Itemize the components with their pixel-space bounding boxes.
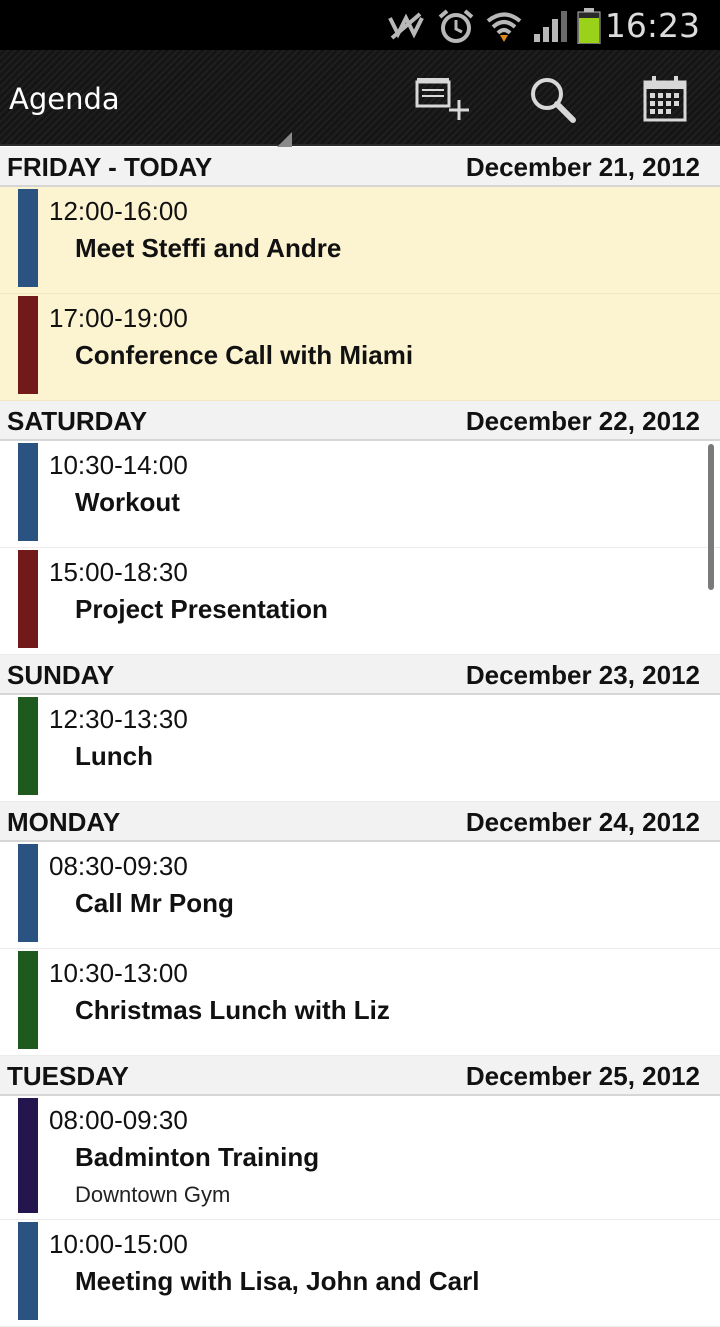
event-location: Downtown Gym — [75, 1182, 231, 1207]
event-title: Lunch — [75, 741, 153, 771]
day-name: MONDAY — [7, 807, 121, 837]
day-header: TUESDAY December 25, 2012 — [0, 1056, 720, 1096]
calendar-color-bar — [18, 189, 38, 287]
calendar-color-bar — [18, 1222, 38, 1320]
view-spinner-label[interactable]: Agenda — [9, 82, 120, 116]
day-date: December 21, 2012 — [465, 152, 700, 182]
event-title: Project Presentation — [75, 594, 328, 624]
search-icon — [531, 78, 576, 123]
battery-icon — [577, 8, 601, 44]
event-time: 15:00-18:30 — [49, 557, 188, 587]
no-signal-icon — [388, 12, 424, 40]
event-time: 12:00-16:00 — [49, 196, 188, 226]
day-date: December 23, 2012 — [465, 660, 700, 690]
calendar-color-bar — [18, 550, 38, 648]
signal-icon — [534, 11, 567, 42]
day-date: December 24, 2012 — [465, 807, 700, 837]
event-time: 08:30-09:30 — [49, 851, 188, 881]
new-event-button[interactable] — [408, 68, 474, 132]
search-button[interactable] — [520, 68, 586, 132]
event-time: 10:30-14:00 — [49, 450, 188, 480]
event-item[interactable]: 12:30-13:30 Lunch — [0, 695, 720, 802]
event-time: 10:00-15:00 — [49, 1229, 188, 1259]
event-item[interactable]: 12:00-16:00 Meet Steffi and Andre — [0, 187, 720, 294]
event-title: Meet Steffi and Andre — [75, 233, 342, 263]
day-name: TUESDAY — [7, 1061, 129, 1091]
event-title: Meeting with Lisa, John and Carl — [75, 1266, 480, 1296]
calendar-color-bar — [18, 951, 38, 1049]
calendar-color-bar — [18, 697, 38, 795]
event-item[interactable]: 10:30-13:00 Christmas Lunch with Liz — [0, 949, 720, 1056]
event-time: 08:00-09:30 — [49, 1105, 188, 1135]
calendar-color-bar — [18, 443, 38, 541]
status-bar: 16:23 — [0, 0, 720, 50]
action-bar: Agenda — [0, 50, 720, 156]
event-title: Call Mr Pong — [75, 888, 234, 918]
alarm-icon — [438, 9, 474, 43]
day-name: FRIDAY - TODAY — [7, 152, 213, 182]
event-item[interactable]: 08:30-09:30 Call Mr Pong — [0, 842, 720, 949]
event-time: 17:00-19:00 — [49, 303, 188, 333]
event-item[interactable]: 10:30-14:00 Workout — [0, 441, 720, 548]
day-header: SATURDAY December 22, 2012 — [0, 401, 720, 441]
day-header: SUNDAY December 23, 2012 — [0, 655, 720, 695]
event-title: Conference Call with Miami — [75, 340, 414, 370]
day-header: FRIDAY - TODAY December 21, 2012 — [0, 147, 720, 187]
day-date: December 25, 2012 — [465, 1061, 700, 1091]
calendar-icon — [643, 76, 687, 122]
scrollbar[interactable] — [708, 444, 714, 590]
agenda-list[interactable]: FRIDAY - TODAY December 21, 2012 12:00-1… — [0, 147, 720, 1327]
wifi-icon — [486, 12, 522, 42]
calendar-color-bar — [18, 844, 38, 942]
day-name: SATURDAY — [7, 406, 148, 436]
event-time: 10:30-13:00 — [49, 958, 188, 988]
day-date: December 22, 2012 — [465, 406, 700, 436]
event-item[interactable]: 08:00-09:30 Badminton Training Downtown … — [0, 1096, 720, 1220]
new-event-icon — [415, 78, 469, 120]
calendar-color-bar — [18, 296, 38, 394]
event-item[interactable]: 15:00-18:30 Project Presentation — [0, 548, 720, 655]
event-item[interactable]: 10:00-15:00 Meeting with Lisa, John and … — [0, 1220, 720, 1327]
event-title: Workout — [75, 487, 180, 517]
day-name: SUNDAY — [7, 660, 115, 690]
status-time: 16:23 — [604, 6, 700, 45]
day-header: MONDAY December 24, 2012 — [0, 802, 720, 842]
event-item[interactable]: 17:00-19:00 Conference Call with Miami — [0, 294, 720, 401]
event-title: Christmas Lunch with Liz — [75, 995, 390, 1025]
event-time: 12:30-13:30 — [49, 704, 188, 734]
event-title: Badminton Training — [75, 1142, 320, 1172]
calendar-color-bar — [18, 1098, 38, 1213]
calendar-button[interactable] — [632, 68, 698, 132]
